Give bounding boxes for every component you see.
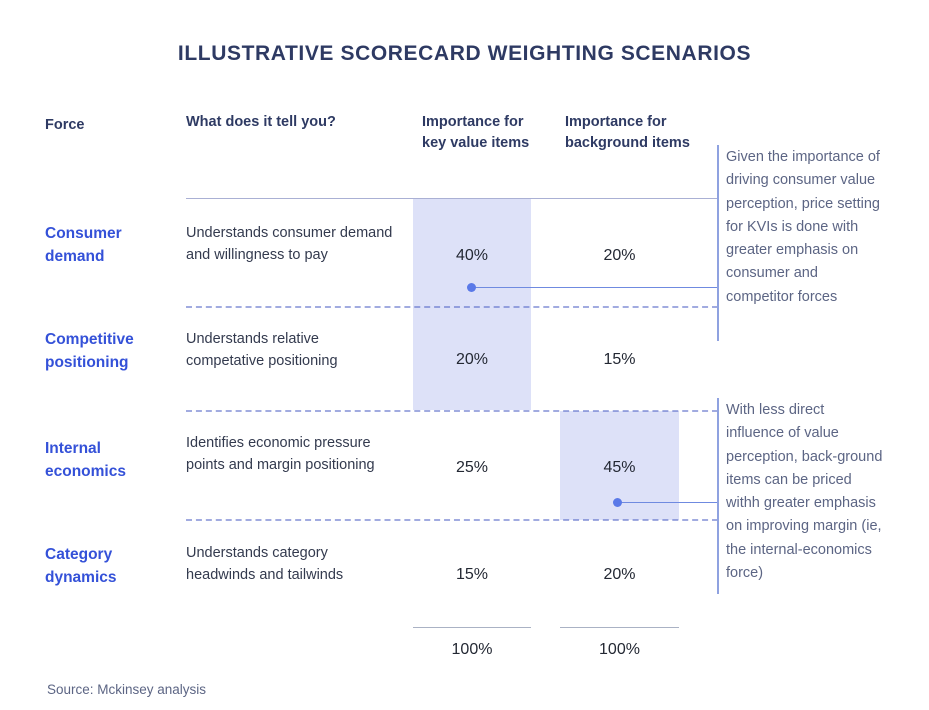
row-separator-3 xyxy=(186,519,718,521)
value-kvi-row-4: 15% xyxy=(455,566,489,583)
force-label-consumer-demand: Consumer demand xyxy=(45,225,122,265)
value-kvi-row-1: 40% xyxy=(455,247,489,264)
description-competitive-positioning: Understands relative competative positio… xyxy=(186,331,338,369)
force-label-competitive-positioning: Competitive positioning xyxy=(45,331,134,371)
connector-line-2 xyxy=(617,502,717,503)
annotation-bar-2 xyxy=(717,398,719,594)
value-kvi-row-3: 25% xyxy=(455,459,489,476)
force-label-category-dynamics: Category dynamics xyxy=(45,546,117,586)
total-rule-background xyxy=(560,627,679,628)
connector-line-1 xyxy=(471,287,717,288)
value-background-row-3: 45% xyxy=(603,459,636,476)
header-rule xyxy=(186,198,718,199)
total-rule-kvi xyxy=(413,627,531,628)
total-kvi: 100% xyxy=(451,641,493,658)
value-background-row-1: 20% xyxy=(603,247,636,264)
column-header-importance-background: Importance for background items xyxy=(565,114,690,151)
value-background-row-2: 15% xyxy=(603,351,636,368)
column-header-importance-kvi: Importance for key value items xyxy=(422,114,530,151)
column-header-force: Force xyxy=(45,117,85,133)
source-note: Source: Mckinsey analysis xyxy=(47,682,207,697)
value-kvi-row-2: 20% xyxy=(455,351,489,368)
column-header-what-does-it-tell-you: What does it tell you? xyxy=(186,114,336,130)
row-separator-1 xyxy=(186,306,718,308)
force-label-internal-economics: Internal economics xyxy=(45,440,126,480)
highlight-band-kvi-column xyxy=(413,199,531,410)
value-background-row-4: 20% xyxy=(603,566,636,583)
annotation-text-2: With less direct influence of value perc… xyxy=(726,402,883,582)
page-title: ILLUSTRATIVE SCORECARD WEIGHTING SCENARI… xyxy=(177,42,752,65)
annotation-bar-1 xyxy=(717,145,719,341)
connector-dot-2 xyxy=(613,498,622,507)
description-category-dynamics: Understands category headwinds and tailw… xyxy=(186,545,344,583)
scorecard-infographic: ILLUSTRATIVE SCORECARD WEIGHTING SCENARI… xyxy=(0,0,929,710)
total-background: 100% xyxy=(599,641,640,658)
description-consumer-demand: Understands consumer demand and willingn… xyxy=(186,225,393,263)
description-internal-economics: Identifies economic pressure points and … xyxy=(186,435,375,473)
connector-dot-1 xyxy=(467,283,476,292)
annotation-text-1: Given the importance of driving consumer… xyxy=(726,149,880,305)
row-separator-2 xyxy=(186,410,718,412)
